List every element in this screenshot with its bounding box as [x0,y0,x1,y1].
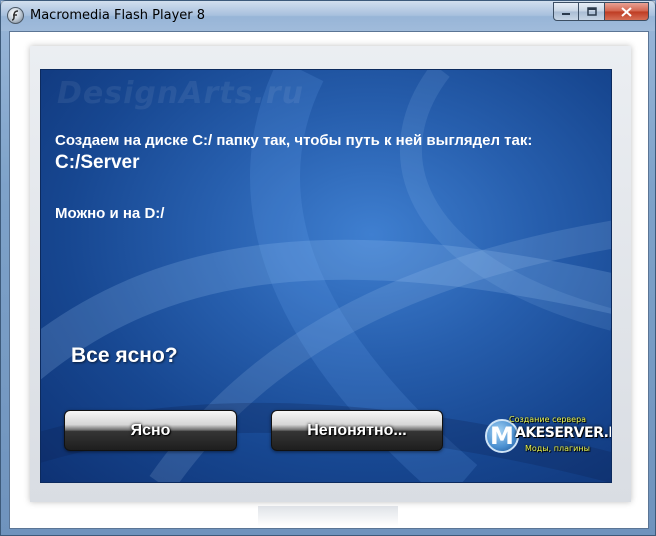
close-button[interactable] [605,2,649,21]
designarts-watermark: DesignArts.ru [57,76,304,111]
maximize-button[interactable] [579,2,605,21]
unclear-button[interactable]: Непонятно... [271,410,443,451]
makeserver-logo[interactable]: M Создание сервера AKESERVER.RU Моды, пл… [485,415,611,459]
app-window: Macromedia Flash Player 8 DesignArts.ru … [0,0,656,536]
question-heading: Все ясно? [71,344,178,367]
flash-player-icon[interactable] [7,7,24,24]
title-bar[interactable]: Macromedia Flash Player 8 [1,1,655,31]
stage-reflection [258,506,398,526]
close-icon [621,6,632,17]
minimize-button[interactable] [553,2,579,21]
instruction-text: Создаем на диске C:/ папку так, чтобы пу… [55,132,533,149]
logo-top-text: Создание сервера [509,415,587,424]
flash-player-client-area: DesignArts.ru Создаем на диске C:/ папку… [9,31,649,529]
flash-content-panel: DesignArts.ru Создаем на диске C:/ папку… [40,69,612,483]
ok-button[interactable]: Ясно [64,410,237,451]
makeserver-logo-icon: M [485,419,519,453]
window-title: Macromedia Flash Player 8 [30,8,206,23]
logo-main-text: AKESERVER.RU [515,425,611,441]
minimize-icon [562,12,570,15]
alternative-drive-text: Можно и на D:/ [55,205,165,222]
window-controls [553,2,649,21]
maximize-icon [586,7,597,16]
server-path-text: C:/Server [55,152,140,173]
logo-sub-text: Моды, плагины [525,444,590,453]
